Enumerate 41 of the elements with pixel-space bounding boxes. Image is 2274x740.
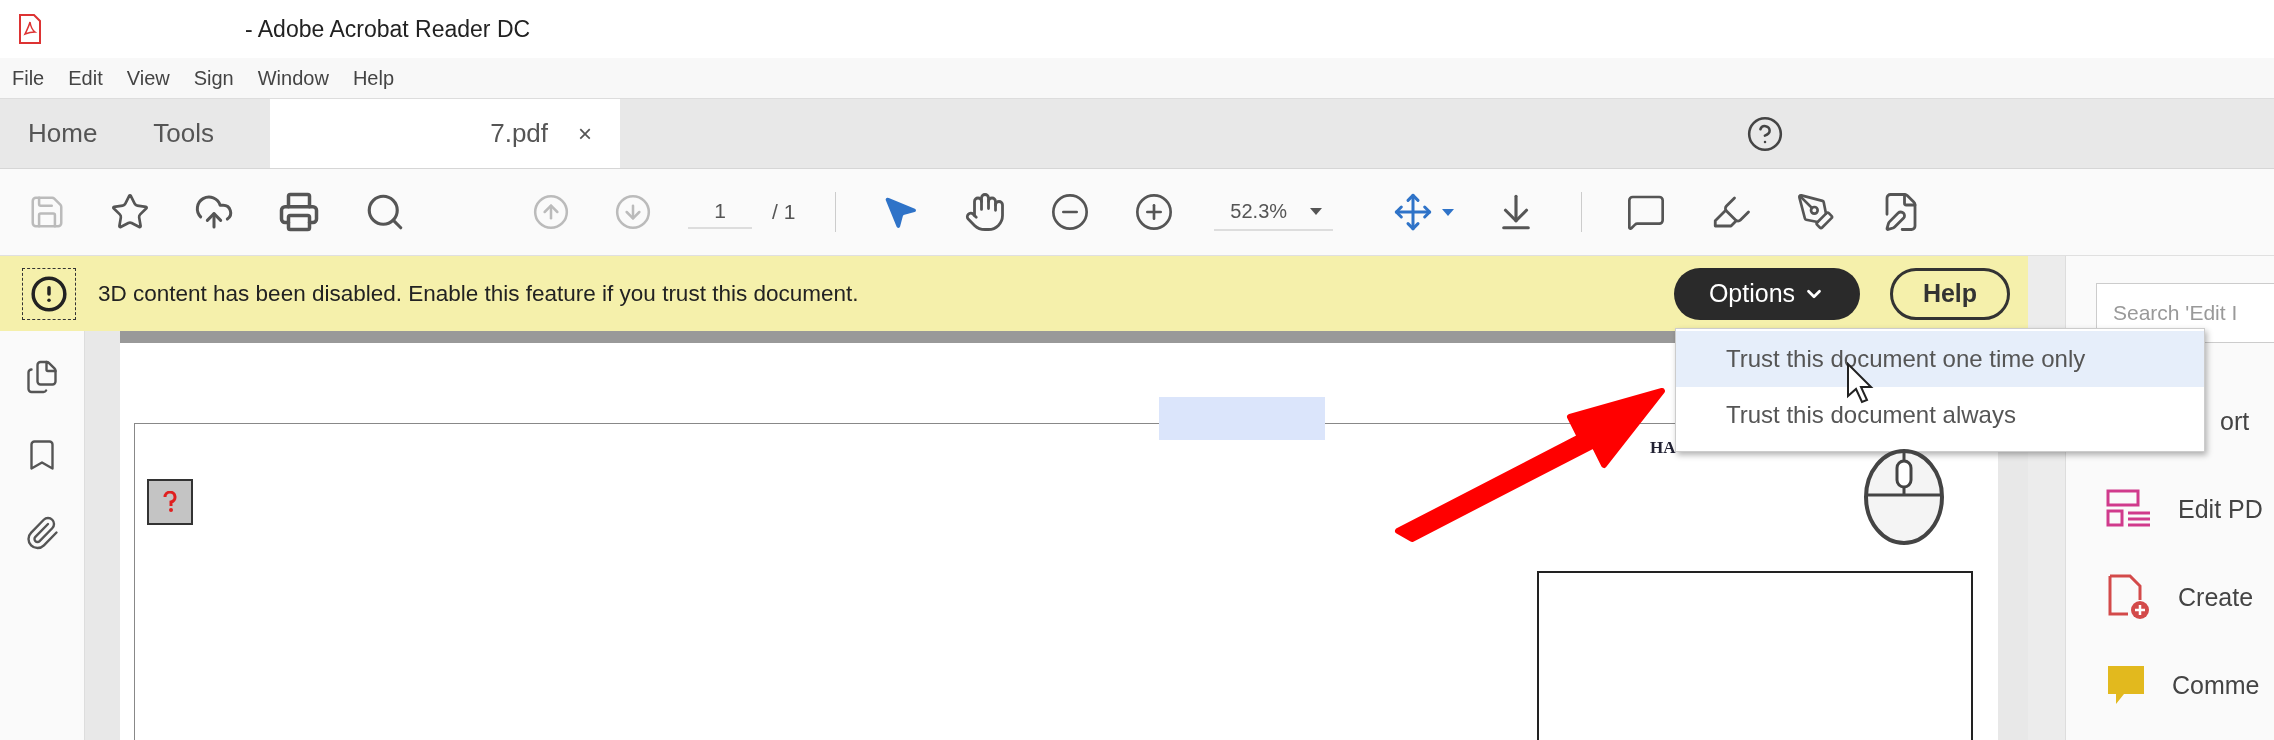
print-icon[interactable] (278, 191, 320, 233)
app-icon (18, 14, 42, 44)
help-icon[interactable] (1746, 114, 1784, 153)
help-button[interactable]: Help (1890, 267, 2010, 320)
tab[interactable]: Home (0, 99, 126, 168)
menu-item[interactable]: Help (352, 66, 394, 90)
missing-content-icon (147, 479, 193, 525)
close-tab-button[interactable]: × (578, 119, 593, 148)
zoom-in-icon[interactable] (1134, 192, 1175, 232)
menu-option[interactable]: Trust this document one time only (1676, 331, 2204, 387)
zoom-out-icon[interactable] (1050, 192, 1091, 232)
paperclip-icon[interactable] (24, 515, 60, 551)
menu-item[interactable]: Window (257, 66, 329, 90)
document-heading: HA (1650, 438, 1676, 458)
fit-page-icon[interactable] (1393, 192, 1434, 232)
tool-label[interactable]: Edit PD (2178, 494, 2263, 524)
notice-message: 3D content has been disabled. Enable this feature if you trust this document. (98, 280, 860, 307)
create-pdf-icon (2106, 574, 2152, 620)
window-title: - Adobe Acrobat Reader DC (245, 15, 531, 43)
menu-item[interactable]: File (12, 66, 45, 90)
zoom-field[interactable]: 52.3% (1214, 193, 1334, 231)
page-total: / 1 (772, 200, 796, 224)
hand-icon[interactable] (964, 191, 1007, 233)
caret-icon[interactable] (1309, 206, 1324, 216)
edit-pdf-icon (2106, 489, 2152, 529)
pages-icon[interactable] (24, 359, 60, 395)
tool-label[interactable]: ort (2220, 406, 2250, 436)
tool-label[interactable]: Comme (2172, 670, 2260, 700)
caret-icon[interactable] (1441, 207, 1456, 217)
tab[interactable]: 7.pdf × (270, 99, 621, 168)
menu-item[interactable]: Edit (68, 66, 103, 90)
menu-item[interactable]: View (126, 66, 170, 90)
alert-icon (30, 274, 68, 313)
menu-item[interactable]: Sign (193, 66, 234, 90)
page-number-field[interactable]: 1 (688, 195, 752, 229)
menu-option[interactable]: Trust this document always (1676, 387, 2204, 443)
tool-label[interactable]: Create (2178, 582, 2254, 612)
options-button[interactable]: Options (1674, 267, 1860, 320)
tab[interactable]: Tools (125, 99, 243, 168)
tab-label: 7.pdf (490, 118, 549, 149)
comment-icon (2106, 664, 2146, 706)
